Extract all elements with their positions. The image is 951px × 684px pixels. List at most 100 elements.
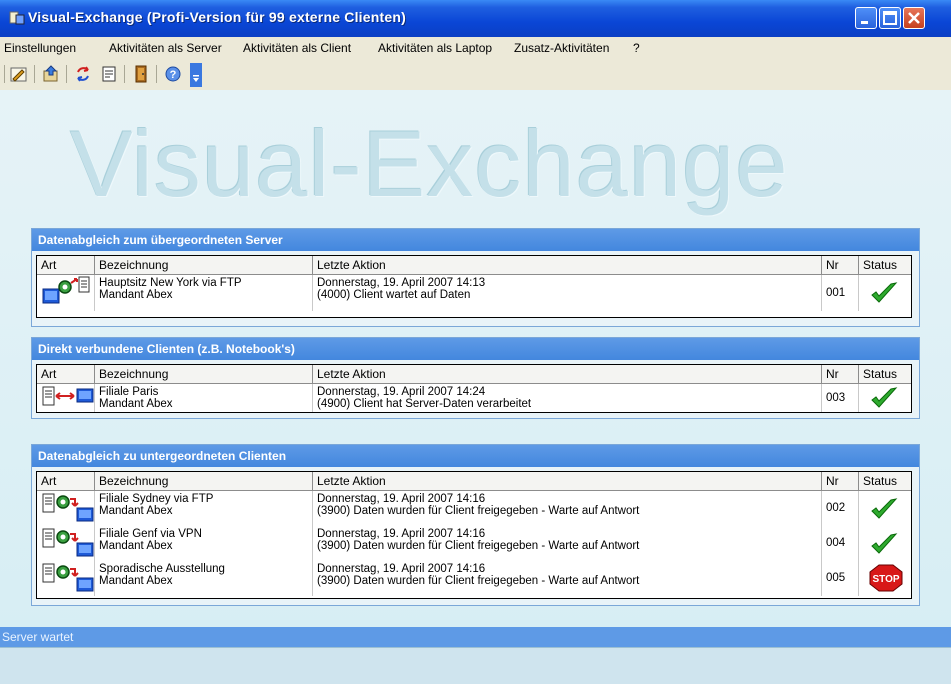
download-to-client-icon	[42, 528, 94, 557]
bezeichnung-cell: Filiale Paris Mandant Abex	[95, 384, 313, 412]
panel-direct-clients: Direkt verbundene Clienten (z.B. Noteboo…	[31, 337, 920, 419]
checkmark-icon	[871, 387, 898, 408]
table-header: Art Bezeichnung Letzte Aktion Nr Status	[37, 472, 911, 491]
table-row[interactable]: Sporadische Ausstellung Mandant Abex Don…	[37, 561, 911, 596]
table-row[interactable]: Filiale Sydney via FTP Mandant Abex Donn…	[37, 491, 911, 526]
row-aktion: (3900) Daten wurden für Client freigegeb…	[317, 505, 640, 517]
nr-cell: 004	[822, 526, 859, 561]
bottom-panel	[0, 647, 951, 684]
svg-text:?: ?	[170, 69, 177, 81]
column-nr[interactable]: Nr	[822, 472, 859, 490]
help-icon[interactable]: ?	[164, 65, 182, 83]
aktion-cell: Donnerstag, 19. April 2007 14:16 (3900) …	[313, 526, 822, 561]
close-icon	[908, 12, 920, 24]
app-logo: Visual-Exchange	[70, 111, 789, 216]
panel-title: Direkt verbundene Clienten (z.B. Noteboo…	[32, 338, 919, 360]
column-art[interactable]: Art	[37, 472, 95, 490]
table-row[interactable]: Filiale Genf via VPN Mandant Abex Donner…	[37, 526, 911, 561]
column-status[interactable]: Status	[859, 365, 911, 383]
column-letzte-aktion[interactable]: Letzte Aktion	[313, 365, 822, 383]
column-nr[interactable]: Nr	[822, 365, 859, 383]
table-row[interactable]: Filiale Paris Mandant Abex Donnerstag, 1…	[37, 384, 911, 412]
app-icon	[9, 11, 25, 25]
column-bezeichnung[interactable]: Bezeichnung	[95, 256, 313, 274]
table-row[interactable]: Hauptsitz New York via FTP Mandant Abex …	[37, 275, 911, 311]
close-button[interactable]	[903, 7, 925, 29]
menu-help[interactable]: ?	[633, 41, 640, 55]
toolbar: ?	[0, 59, 951, 90]
row-name: Filiale Sydney via FTP	[99, 493, 214, 505]
row-mandant: Mandant Abex	[99, 505, 173, 517]
column-status[interactable]: Status	[859, 256, 911, 274]
table-header: Art Bezeichnung Letzte Aktion Nr Status	[37, 365, 911, 384]
sub-clients-table: Art Bezeichnung Letzte Aktion Nr Status	[36, 471, 912, 599]
dropdown-arrow-icon[interactable]	[190, 63, 202, 87]
row-datum: Donnerstag, 19. April 2007 14:16	[317, 563, 486, 575]
checkmark-icon	[871, 498, 898, 519]
panel-title: Datenabgleich zum übergeordneten Server	[32, 229, 919, 251]
menu-aktivitaeten-laptop[interactable]: Aktivitäten als Laptop	[378, 41, 492, 55]
row-mandant: Mandant Abex	[99, 540, 173, 552]
art-cell	[37, 561, 95, 596]
row-mandant: Mandant Abex	[99, 398, 173, 410]
status-cell	[859, 526, 911, 561]
nr-cell: 001	[822, 275, 859, 311]
nr-cell: 005	[822, 561, 859, 596]
status-cell	[859, 491, 911, 526]
aktion-cell: Donnerstag, 19. April 2007 14:24 (4900) …	[313, 384, 822, 412]
column-bezeichnung[interactable]: Bezeichnung	[95, 472, 313, 490]
column-art[interactable]: Art	[37, 256, 95, 274]
row-datum: Donnerstag, 19. April 2007 14:24	[317, 386, 486, 398]
toolbar-grip	[4, 65, 5, 83]
sync-icon[interactable]	[74, 65, 92, 83]
row-aktion: (3900) Daten wurden für Client freigegeb…	[317, 575, 640, 587]
edit-icon[interactable]	[10, 65, 28, 83]
row-datum: Donnerstag, 19. April 2007 14:16	[317, 528, 486, 540]
stop-label: STOP	[872, 574, 899, 585]
nr-cell: 002	[822, 491, 859, 526]
table-header: Art Bezeichnung Letzte Aktion Nr Status	[37, 256, 911, 275]
aktion-cell: Donnerstag, 19. April 2007 14:16 (3900) …	[313, 491, 822, 526]
menu-einstellungen[interactable]: Einstellungen	[4, 41, 76, 55]
art-cell	[37, 384, 95, 412]
art-cell	[37, 526, 95, 561]
art-cell	[37, 491, 95, 526]
upload-to-server-icon	[42, 276, 90, 304]
maximize-icon	[883, 11, 897, 25]
stop-icon: STOP	[869, 564, 903, 592]
panel-sub-clients: Datenabgleich zu untergeordneten Cliente…	[31, 444, 920, 606]
export-icon[interactable]	[42, 65, 60, 83]
column-status[interactable]: Status	[859, 472, 911, 490]
maximize-button[interactable]	[879, 7, 901, 29]
status-cell	[859, 384, 911, 412]
minimize-button[interactable]	[855, 7, 877, 29]
status-text: Server wartet	[2, 630, 74, 644]
status-cell	[859, 275, 911, 311]
download-to-client-icon	[42, 563, 94, 592]
row-mandant: Mandant Abex	[99, 289, 173, 301]
row-aktion: (3900) Daten wurden für Client freigegeb…	[317, 540, 640, 552]
menu-zusatz-aktivitaeten[interactable]: Zusatz-Aktivitäten	[514, 41, 609, 55]
download-to-client-icon	[42, 493, 94, 522]
document-icon[interactable]	[100, 65, 118, 83]
menu-aktivitaeten-client[interactable]: Aktivitäten als Client	[243, 41, 351, 55]
column-art[interactable]: Art	[37, 365, 95, 383]
title-bar: Visual-Exchange (Profi-Version für 99 ex…	[0, 0, 951, 37]
panel-title: Datenabgleich zu untergeordneten Cliente…	[32, 445, 919, 467]
row-name: Hauptsitz New York via FTP	[99, 277, 242, 289]
menu-aktivitaeten-server[interactable]: Aktivitäten als Server	[109, 41, 222, 55]
column-nr[interactable]: Nr	[822, 256, 859, 274]
art-cell	[37, 275, 95, 311]
row-name: Sporadische Ausstellung	[99, 563, 225, 575]
status-cell: STOP	[859, 561, 911, 596]
column-bezeichnung[interactable]: Bezeichnung	[95, 365, 313, 383]
row-aktion: (4000) Client wartet auf Daten	[317, 289, 471, 301]
column-letzte-aktion[interactable]: Letzte Aktion	[313, 256, 822, 274]
exit-door-icon[interactable]	[132, 65, 150, 83]
row-name: Filiale Genf via VPN	[99, 528, 202, 540]
nr-cell: 003	[822, 384, 859, 412]
aktion-cell: Donnerstag, 19. April 2007 14:13 (4000) …	[313, 275, 822, 311]
column-letzte-aktion[interactable]: Letzte Aktion	[313, 472, 822, 490]
row-mandant: Mandant Abex	[99, 575, 173, 587]
bezeichnung-cell: Filiale Genf via VPN Mandant Abex	[95, 526, 313, 561]
